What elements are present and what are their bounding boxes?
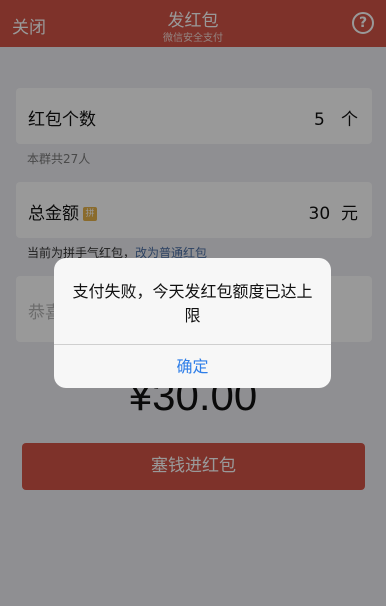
error-message: 支付失败，今天发红包额度已达上限 xyxy=(72,282,313,325)
error-dialog: 支付失败，今天发红包额度已达上限 确定 xyxy=(54,258,331,388)
confirm-button[interactable]: 确定 xyxy=(54,345,331,388)
